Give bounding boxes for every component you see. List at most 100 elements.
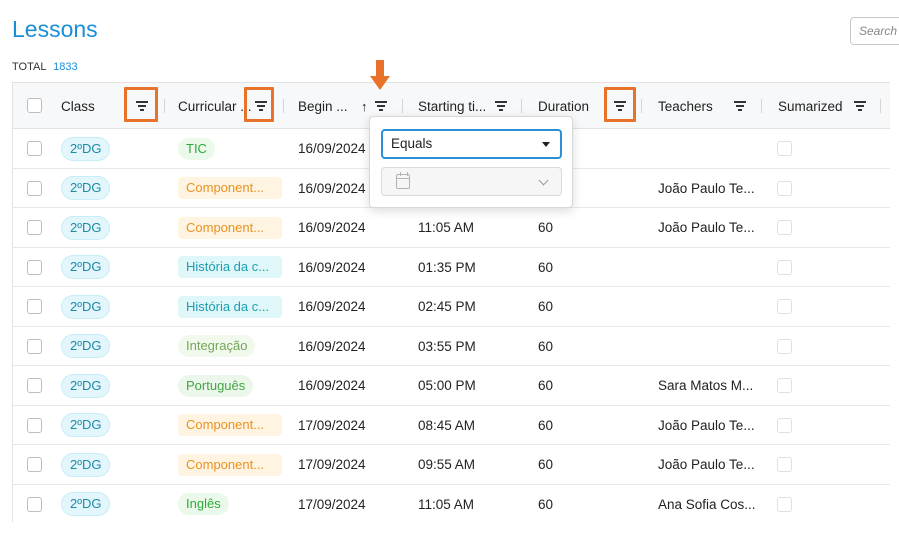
filter-operator-select[interactable]: Equals xyxy=(381,129,562,159)
sumarized-checkbox[interactable] xyxy=(777,457,792,472)
total-count: 1833 xyxy=(53,61,78,73)
curricular-tag: Integração xyxy=(178,335,256,357)
column-divider[interactable] xyxy=(283,99,284,113)
filter-date-input[interactable] xyxy=(381,167,562,196)
class-tag: 2ºDG xyxy=(61,136,111,161)
class-tag: 2ºDG xyxy=(61,334,111,358)
start-time: 02:45 PM xyxy=(418,299,476,314)
table-row[interactable]: 2ºDG Português 16/09/2024 05:00 PM 60 Sara Ma… xyxy=(13,366,890,406)
column-divider[interactable] xyxy=(880,99,881,113)
class-tag: 2ºDG xyxy=(61,176,111,200)
total-label: TOTAL xyxy=(12,61,47,73)
sumarized-filter-icon[interactable] xyxy=(853,100,867,112)
duration-value: 60 xyxy=(538,220,554,235)
column-header-begin[interactable]: Begin ... xyxy=(298,83,364,129)
class-tag: 2ºDG xyxy=(61,492,111,516)
table-row[interactable]: 2ºDG Component... 17/09/2024 09:55 AM 60 João… xyxy=(13,445,890,485)
begin-date: 17/09/2024 xyxy=(298,417,366,433)
column-divider[interactable] xyxy=(402,99,403,113)
begin-date: 16/09/2024 xyxy=(298,141,366,156)
table-row[interactable]: 2ºDG História da c... 16/09/2024 02:45 PM 60 xyxy=(13,287,890,327)
sumarized-checkbox[interactable] xyxy=(777,180,792,196)
class-tag: 2ºDG xyxy=(61,373,111,398)
column-header-curricular[interactable]: Curricular ... xyxy=(178,83,254,129)
begin-date: 16/09/2024 xyxy=(298,378,366,393)
sumarized-checkbox[interactable] xyxy=(777,220,792,235)
begin-date: 16/09/2024 xyxy=(298,220,366,235)
start-time: 11:05 AM xyxy=(418,220,475,235)
search-input[interactable]: Search xyxy=(850,17,899,45)
sumarized-checkbox[interactable] xyxy=(777,378,792,393)
row-checkbox[interactable] xyxy=(27,220,42,235)
class-tag: 2ºDG xyxy=(61,255,111,279)
curricular-tag: Português xyxy=(178,374,254,397)
row-checkbox[interactable] xyxy=(27,338,42,354)
curricular-tag: Component... xyxy=(178,177,282,199)
row-checkbox[interactable] xyxy=(27,457,42,472)
teachers-filter-icon[interactable] xyxy=(733,100,747,112)
begin-date: 17/09/2024 xyxy=(298,496,366,512)
begin-date: 16/09/2024 xyxy=(298,338,366,354)
down-arrow-icon xyxy=(370,60,390,90)
start-time: 09:55 AM xyxy=(418,457,476,472)
page-title: Lessons xyxy=(12,16,98,42)
sumarized-checkbox[interactable] xyxy=(777,299,792,314)
teacher-name: João Paulo Te... xyxy=(658,220,755,235)
table-row[interactable]: 2ºDG Integração 16/09/2024 03:55 PM 60 xyxy=(13,326,890,366)
highlight-curricular-filter xyxy=(244,87,274,122)
calendar-icon xyxy=(396,172,410,189)
begin-date: 17/09/2024 xyxy=(298,457,366,472)
row-checkbox[interactable] xyxy=(27,259,42,275)
column-divider[interactable] xyxy=(521,99,522,113)
sumarized-checkbox[interactable] xyxy=(777,496,792,512)
table-row[interactable]: 2ºDG História da c... 16/09/2024 01:35 PM 60 xyxy=(13,247,890,287)
class-tag: 2ºDG xyxy=(61,215,111,240)
row-checkbox[interactable] xyxy=(27,180,42,196)
duration-value: 60 xyxy=(538,378,554,393)
table-row[interactable]: 2ºDG Component... 16/09/2024 11:05 AM 60 João… xyxy=(13,208,890,248)
teacher-name: Sara Matos M... xyxy=(658,378,754,393)
duration-value: 60 xyxy=(538,417,554,433)
begin-date: 16/09/2024 xyxy=(298,299,366,314)
filter-operator-value: Equals xyxy=(391,136,433,151)
sumarized-checkbox[interactable] xyxy=(777,417,792,433)
curricular-tag: História da c... xyxy=(178,256,282,278)
curricular-tag: Component... xyxy=(178,453,282,476)
class-tag: 2ºDG xyxy=(61,294,111,319)
row-checkbox[interactable] xyxy=(27,417,42,433)
begin-filter-icon[interactable] xyxy=(374,100,388,112)
curricular-tag: Component... xyxy=(178,414,282,436)
start-time: 05:00 PM xyxy=(418,378,476,393)
row-checkbox[interactable] xyxy=(27,299,42,314)
column-divider[interactable] xyxy=(761,99,762,113)
highlight-duration-filter xyxy=(604,87,636,122)
column-header-teachers[interactable]: Teachers xyxy=(658,83,713,129)
curricular-tag: Inglês xyxy=(178,493,229,515)
curricular-tag: TIC xyxy=(178,137,215,160)
chevron-down-icon[interactable] xyxy=(538,175,549,186)
curricular-tag: História da c... xyxy=(178,295,282,318)
column-header-sumarized[interactable]: Sumarized xyxy=(778,83,843,129)
duration-value: 60 xyxy=(538,299,554,314)
start-time: 03:55 PM xyxy=(418,338,476,354)
sumarized-checkbox[interactable] xyxy=(777,141,792,156)
row-checkbox[interactable] xyxy=(27,496,42,512)
start-time: 11:05 AM xyxy=(418,496,475,512)
column-divider[interactable] xyxy=(641,99,642,113)
row-checkbox[interactable] xyxy=(27,141,42,156)
teacher-name: João Paulo Te... xyxy=(658,417,755,433)
teacher-name: João Paulo Te... xyxy=(658,457,755,472)
select-all-checkbox[interactable] xyxy=(27,98,42,113)
table-row[interactable]: 2ºDG Inglês 17/09/2024 11:05 AM 60 Ana Sofia … xyxy=(13,484,890,522)
column-header-class[interactable]: Class xyxy=(61,83,95,129)
column-divider[interactable] xyxy=(164,99,165,113)
table-row[interactable]: 2ºDG Component... 17/09/2024 08:45 AM 60 João… xyxy=(13,405,890,445)
row-checkbox[interactable] xyxy=(27,378,42,393)
start-time: 01:35 PM xyxy=(418,259,476,275)
starting-time-filter-icon[interactable] xyxy=(494,100,508,112)
sort-ascending-icon[interactable]: ↑ xyxy=(361,83,368,129)
sumarized-checkbox[interactable] xyxy=(777,259,792,275)
sumarized-checkbox[interactable] xyxy=(777,338,792,354)
class-tag: 2ºDG xyxy=(61,452,111,477)
caret-down-icon xyxy=(542,142,550,147)
